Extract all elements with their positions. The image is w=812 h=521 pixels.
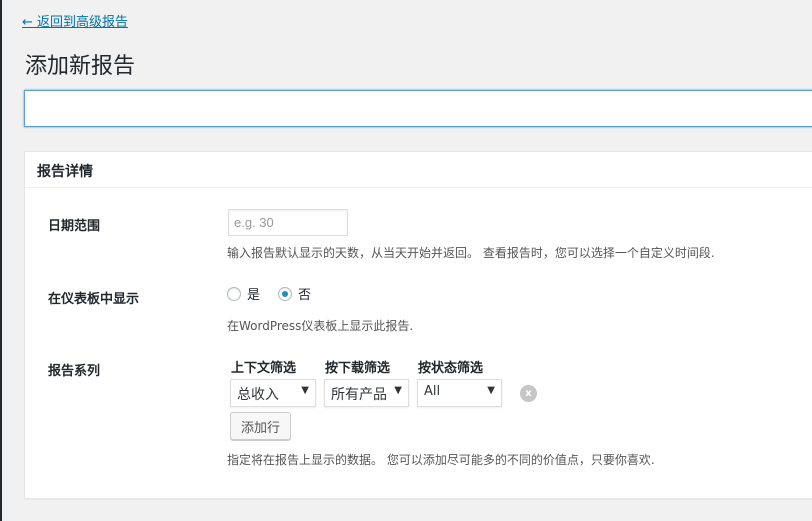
download-filter-header: 按下载筛选 xyxy=(325,361,391,376)
status-select-value: All xyxy=(424,384,441,399)
page-title: 添加新报告 xyxy=(25,54,136,79)
context-filter-header: 上下文筛选 xyxy=(231,361,297,376)
download-select-value: 所有产品 xyxy=(331,387,387,403)
admin-sidebar-edge xyxy=(0,0,2,521)
context-select[interactable]: 总收入 ▼ xyxy=(230,379,316,407)
status-filter-header: 按状态筛选 xyxy=(418,361,484,376)
status-select[interactable]: All ▼ xyxy=(417,379,502,407)
remove-row-icon[interactable]: x xyxy=(520,385,537,402)
report-title-input[interactable] xyxy=(24,90,812,127)
radio-no-label[interactable]: 否 xyxy=(298,284,311,303)
add-row-button[interactable]: 添加行 xyxy=(230,412,292,440)
date-range-input[interactable] xyxy=(228,209,348,236)
panel-heading: 报告详情 xyxy=(25,152,812,188)
dashboard-display-label: 在仪表板中显示 xyxy=(48,292,140,307)
dashboard-description: 在WordPress仪表板上显示此报告. xyxy=(227,319,414,333)
dashboard-radio-group: 是 否 xyxy=(227,284,329,303)
report-series-description: 指定将在报告上显示的数据。 您可以添加尽可能多的不同的价值点，只要你喜欢. xyxy=(227,453,655,467)
context-select-value: 总收入 xyxy=(237,387,279,403)
download-select[interactable]: 所有产品 ▼ xyxy=(324,379,409,407)
report-series-label: 报告系列 xyxy=(48,364,101,379)
chevron-down-icon: ▼ xyxy=(301,385,309,396)
radio-no[interactable] xyxy=(278,286,293,301)
report-details-panel: 报告详情 日期范围 输入报告默认显示的天数，从当天开始并返回。 查看报告时，您可… xyxy=(24,151,812,499)
chevron-down-icon: ▼ xyxy=(394,385,402,396)
chevron-down-icon: ▼ xyxy=(487,385,495,396)
date-range-description: 输入报告默认显示的天数，从当天开始并返回。 查看报告时，您可以选择一个自定义时间… xyxy=(227,246,715,260)
radio-yes-label[interactable]: 是 xyxy=(247,284,260,303)
date-range-label: 日期范围 xyxy=(48,219,101,234)
back-to-reports-link[interactable]: ← 返回到高级报告 xyxy=(22,11,128,30)
radio-yes[interactable] xyxy=(227,286,241,301)
